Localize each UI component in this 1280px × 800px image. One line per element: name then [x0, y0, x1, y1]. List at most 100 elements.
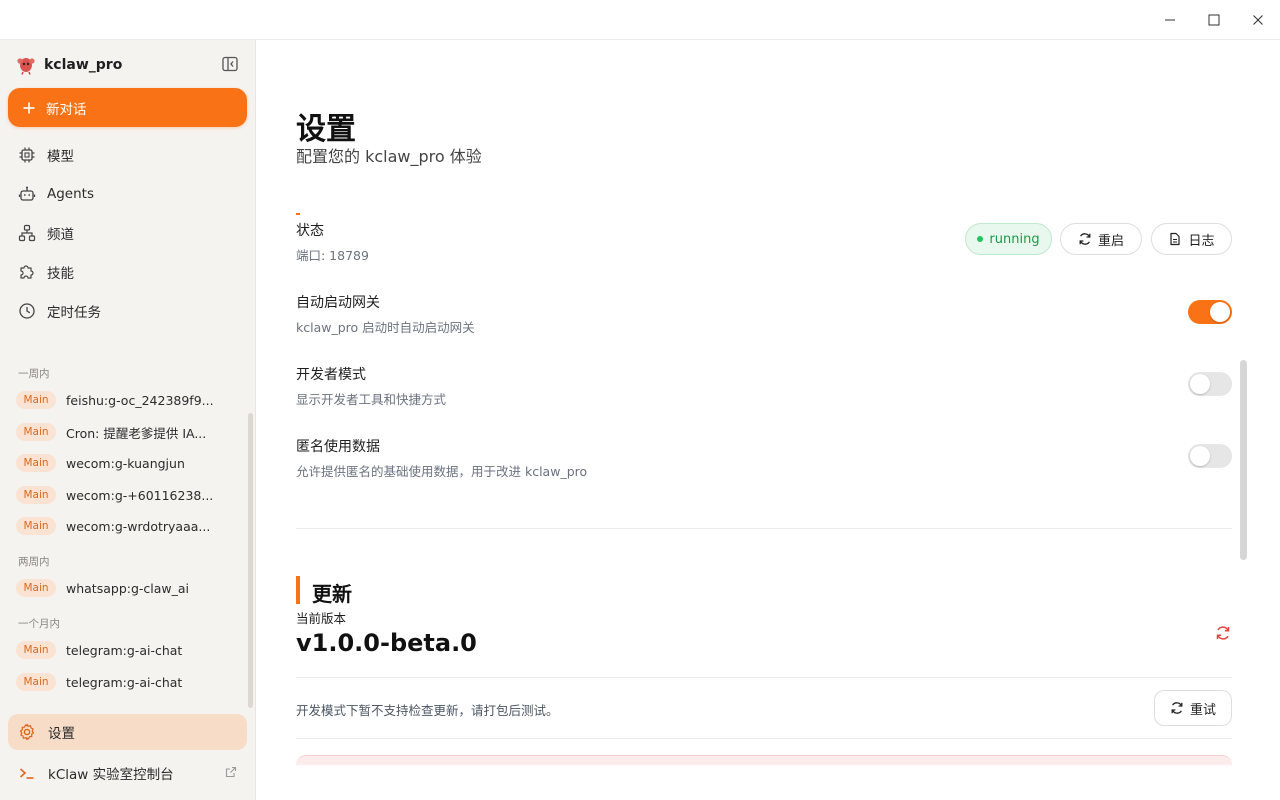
chat-title: whatsapp:g-claw_ai	[66, 580, 190, 596]
agent-badge: Main	[16, 673, 56, 691]
chat-title: wecom:g-wrdotryaaa...	[66, 518, 211, 534]
agent-badge: Main	[16, 454, 56, 472]
current-version-label: 当前版本	[296, 611, 347, 626]
auto-start-gateway-desc: kclaw_pro 启动时自动启动网关	[296, 320, 475, 335]
sidebar-item-channels[interactable]: 频道	[8, 216, 247, 250]
settings-panel: 设置 配置您的 kclaw_pro 体验 状态 端口: 18789 runnin…	[257, 40, 1280, 800]
maximize-icon	[1208, 14, 1220, 26]
gateway-port: 端口: 18789	[296, 248, 369, 263]
chat-title: telegram:g-ai-chat	[66, 674, 183, 690]
minimize-button[interactable]	[1157, 8, 1183, 32]
chat-history-item[interactable]: Main Cron: 提醒老爹提供 IA...	[16, 419, 240, 445]
agent-badge: Main	[16, 579, 56, 597]
restart-label: 重启	[1097, 233, 1124, 249]
sidebar-item-label: 定时任务	[47, 305, 101, 321]
chat-title: Cron: 提醒老爹提供 IA...	[66, 425, 207, 441]
app-brand: kclaw_pro	[16, 54, 122, 76]
chat-history-item[interactable]: Main wecom:g-wrdotryaaa...	[16, 513, 240, 539]
sidebar-item-models[interactable]: 模型	[8, 138, 247, 172]
puzzle-icon	[20, 265, 34, 279]
app-name: kclaw_pro	[44, 57, 123, 73]
close-icon	[1253, 15, 1263, 25]
page-title: 设置	[296, 112, 356, 147]
sidebar-item-label: 频道	[47, 227, 74, 243]
developer-mode-desc: 显示开发者工具和快捷方式	[296, 392, 447, 407]
section-accent	[296, 213, 300, 215]
toggle-knob	[1190, 374, 1210, 394]
console-label: kClaw 实验室控制台	[48, 767, 174, 783]
sidebar-item-skills[interactable]: 技能	[8, 255, 247, 289]
sidebar-item-label: 模型	[47, 149, 74, 165]
anonymous-data-title: 匿名使用数据	[296, 439, 380, 455]
chat-history-item[interactable]: Main feishu:g-oc_242389f9...	[16, 387, 240, 413]
robot-icon	[18, 186, 36, 201]
page-subtitle: 配置您的 kclaw_pro 体验	[296, 147, 482, 166]
anonymous-data-toggle[interactable]	[1188, 444, 1232, 468]
sidebar-item-scheduled-tasks[interactable]: 定时任务	[8, 294, 247, 328]
update-section-title: 更新	[312, 582, 352, 606]
logs-button[interactable]: 日志	[1151, 223, 1232, 255]
status-text: running	[989, 231, 1040, 247]
current-version-value: v1.0.0-beta.0	[296, 629, 477, 657]
retry-label: 重试	[1189, 702, 1216, 718]
sidebar-scrollbar[interactable]	[248, 413, 253, 708]
agent-badge: Main	[16, 423, 56, 441]
gateway-status-title: 状态	[296, 223, 324, 239]
sidebar-item-settings[interactable]: 设置	[8, 714, 247, 750]
clock-icon	[19, 303, 35, 319]
sidebar: kclaw_pro 新对话 模型 Agents 频道 技能 定时任务 一周内 M…	[0, 40, 256, 800]
history-group-label: 两周内	[18, 556, 50, 568]
sidebar-item-console[interactable]: kClaw 实验室控制台	[8, 755, 247, 791]
chat-history-item[interactable]: Main whatsapp:g-claw_ai	[16, 575, 240, 601]
chat-history-item[interactable]: Main wecom:g-+60116238...	[16, 482, 240, 508]
developer-mode-title: 开发者模式	[296, 367, 366, 383]
agent-badge: Main	[16, 517, 56, 535]
maximize-button[interactable]	[1201, 8, 1227, 32]
chat-history-item[interactable]: Main telegram:g-ai-chat	[16, 637, 240, 663]
retry-button[interactable]: 重试	[1154, 690, 1232, 726]
minimize-icon	[1165, 19, 1175, 21]
section-accent-bar	[296, 576, 300, 604]
developer-mode-toggle[interactable]	[1188, 372, 1232, 396]
refresh-icon	[1079, 233, 1091, 245]
section-divider	[296, 738, 1232, 739]
auto-start-gateway-title: 自动启动网关	[296, 295, 380, 311]
toggle-knob	[1190, 446, 1210, 466]
gear-icon	[19, 723, 35, 741]
agent-badge: Main	[16, 641, 56, 659]
settings-label: 设置	[48, 726, 75, 742]
check-update-button[interactable]	[1215, 625, 1231, 645]
new-chat-label: 新对话	[46, 101, 87, 118]
restart-button[interactable]: 重启	[1060, 223, 1142, 255]
section-divider	[296, 528, 1232, 529]
status-dot-icon	[977, 236, 984, 242]
sidebar-item-label: 技能	[47, 266, 74, 282]
history-group-label: 一周内	[18, 368, 50, 380]
refresh-icon	[1216, 626, 1230, 640]
close-button[interactable]	[1245, 8, 1271, 32]
chat-history-item[interactable]: Main telegram:g-ai-chat	[16, 669, 240, 695]
auto-start-gateway-toggle[interactable]	[1188, 300, 1232, 324]
network-icon	[18, 224, 36, 242]
plus-icon	[23, 102, 35, 113]
section-divider	[296, 677, 1232, 678]
history-group-label: 一个月内	[18, 618, 60, 630]
collapse-sidebar-button[interactable]	[221, 55, 239, 73]
refresh-icon	[1171, 702, 1183, 714]
chat-title: feishu:g-oc_242389f9...	[66, 392, 214, 408]
dev-mode-update-note: 开发模式下暂不支持检查更新，请打包后测试。	[296, 703, 559, 718]
chat-history-item[interactable]: Main wecom:g-kuangjun	[16, 450, 240, 476]
chat-title: wecom:g-+60116238...	[66, 487, 214, 503]
agent-badge: Main	[16, 486, 56, 504]
sidebar-item-agents[interactable]: Agents	[8, 177, 247, 211]
warning-panel-edge	[296, 755, 1232, 765]
claw-logo-icon	[17, 58, 35, 75]
status-badge: running	[965, 223, 1052, 255]
sidebar-item-label: Agents	[47, 186, 94, 202]
main-scrollbar[interactable]	[1240, 360, 1247, 560]
new-chat-button[interactable]: 新对话	[8, 88, 247, 127]
chip-icon	[19, 147, 35, 163]
anonymous-data-desc: 允许提供匿名的基础使用数据，用于改进 kclaw_pro	[296, 464, 588, 479]
agent-badge: Main	[16, 391, 56, 409]
logs-label: 日志	[1188, 233, 1215, 249]
